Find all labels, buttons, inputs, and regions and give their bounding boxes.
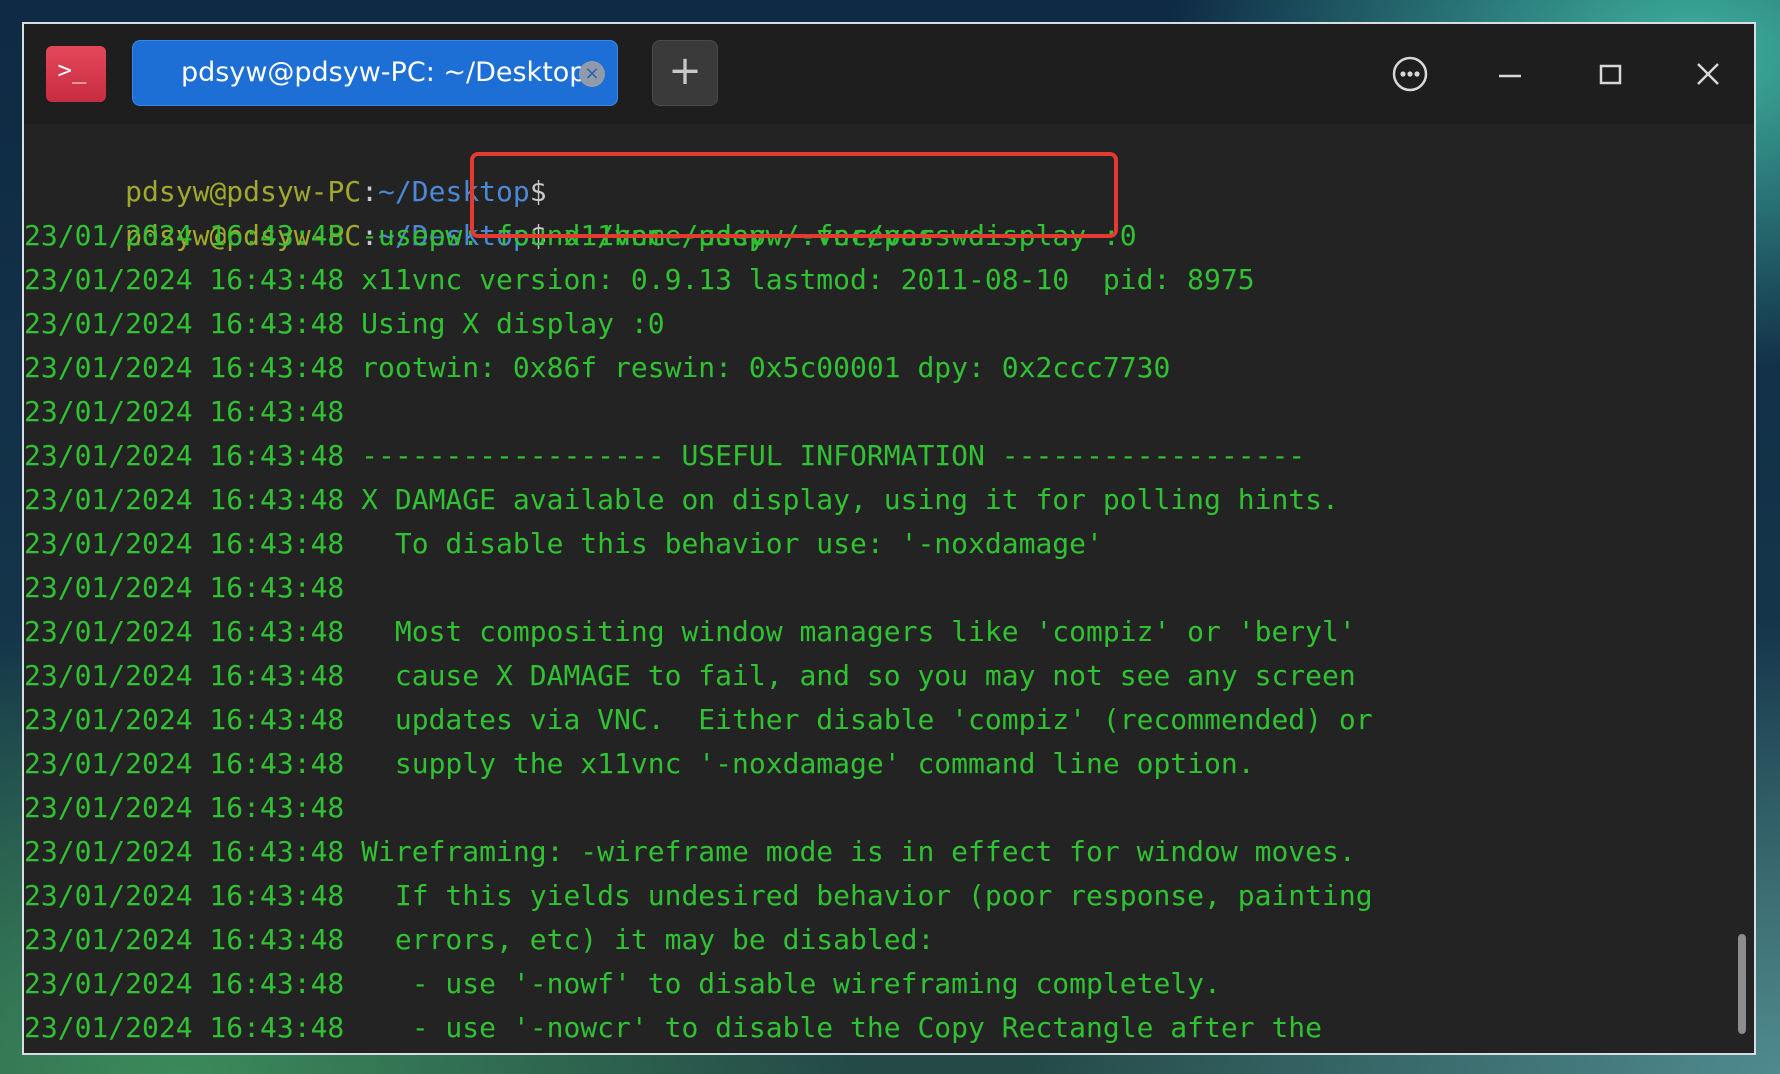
prompt-line-command: pdsyw@pdsyw-PC:~/Desktop$ x11vnc -usepw …	[24, 170, 1136, 252]
prompt-line: pdsyw@pdsyw-PC:~/Desktop$	[24, 126, 546, 208]
output-line: 23/01/2024 16:43:48 Wireframing: -wirefr…	[24, 835, 1356, 868]
output-line: 23/01/2024 16:43:48 To disable this beha…	[24, 527, 1103, 560]
title-bar[interactable]: >_ pdsyw@pdsyw-PC: ~/Desktop × +	[24, 24, 1754, 124]
output-line: 23/01/2024 16:43:48	[24, 791, 345, 824]
output-line: 23/01/2024 16:43:48 supply the x11vnc '-…	[24, 747, 1255, 780]
tab-close-icon[interactable]: ×	[579, 61, 605, 87]
terminal-icon[interactable]: >_	[46, 46, 106, 102]
output-line: 23/01/2024 16:43:48	[24, 395, 345, 428]
minimize-icon[interactable]	[1482, 46, 1538, 102]
maximize-icon[interactable]	[1582, 46, 1638, 102]
output-line: 23/01/2024 16:43:48 Most compositing win…	[24, 615, 1356, 648]
output-line: 23/01/2024 16:43:48 - use '-nowf' to dis…	[24, 967, 1221, 1000]
output-line: 23/01/2024 16:43:48 -usepw: found /home/…	[24, 219, 985, 252]
output-line: 23/01/2024 16:43:48 If this yields undes…	[24, 879, 1373, 912]
output-line: 23/01/2024 16:43:48 updates via VNC. Eit…	[24, 703, 1373, 736]
tab-title: pdsyw@pdsyw-PC: ~/Desktop	[181, 57, 587, 88]
app-icon-glyph: >_	[57, 56, 87, 84]
terminal-window: >_ pdsyw@pdsyw-PC: ~/Desktop × + pdsyw@p…	[22, 22, 1756, 1055]
more-options-icon[interactable]	[1382, 46, 1438, 102]
output-line: 23/01/2024 16:43:48 ------------------ U…	[24, 439, 1306, 472]
tab-terminal[interactable]: pdsyw@pdsyw-PC: ~/Desktop ×	[132, 40, 618, 106]
new-tab-button[interactable]: +	[652, 40, 718, 106]
output-line: 23/01/2024 16:43:48 cause X DAMAGE to fa…	[24, 659, 1356, 692]
output-line: 23/01/2024 16:43:48 x11vnc version: 0.9.…	[24, 263, 1255, 296]
output-line: 23/01/2024 16:43:48 Using X display :0	[24, 307, 665, 340]
close-icon[interactable]	[1680, 46, 1736, 102]
output-line: 23/01/2024 16:43:48 X DAMAGE available o…	[24, 483, 1339, 516]
output-line: 23/01/2024 16:43:48	[24, 571, 345, 604]
vertical-scrollbar[interactable]	[1738, 934, 1746, 1034]
output-line: 23/01/2024 16:43:48 - use '-nowcr' to di…	[24, 1011, 1323, 1044]
output-line: 23/01/2024 16:43:48 rootwin: 0x86f reswi…	[24, 351, 1171, 384]
terminal-output-area[interactable]: pdsyw@pdsyw-PC:~/Desktop$ pdsyw@pdsyw-PC…	[24, 124, 1754, 1053]
output-line: 23/01/2024 16:43:48 errors, etc) it may …	[24, 923, 935, 956]
